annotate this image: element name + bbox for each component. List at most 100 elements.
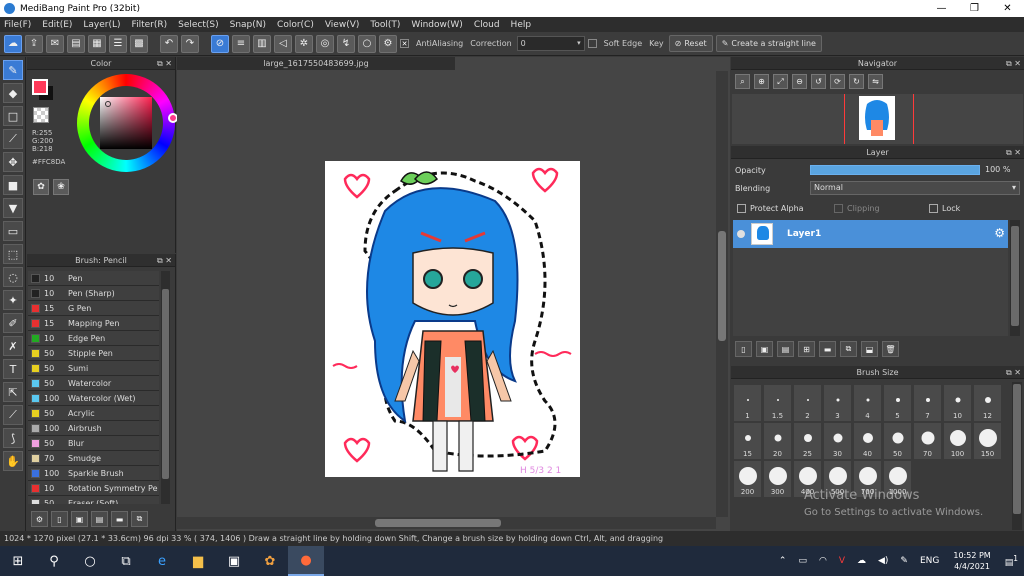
- panel-controls-icon[interactable]: ⧉ ✕: [1006, 366, 1021, 379]
- menu-filter[interactable]: Filter(R): [132, 20, 168, 30]
- menu-layer[interactable]: Layer(L): [83, 20, 120, 30]
- battery-icon[interactable]: ▭: [798, 556, 807, 566]
- dot-tool-icon[interactable]: ⟋: [3, 129, 23, 149]
- lock-checkbox[interactable]: Lock: [929, 204, 960, 213]
- menu-view[interactable]: View(V): [325, 20, 360, 30]
- brush-size-option[interactable]: 12: [973, 384, 1002, 422]
- radial-snap-icon[interactable]: ✲: [295, 34, 313, 53]
- brush-list-item[interactable]: 50 Acrylic: [28, 406, 159, 421]
- straight-line-button[interactable]: ✎ Create a straight line: [715, 35, 822, 52]
- menu-file[interactable]: File(F): [4, 20, 31, 30]
- brush-list-item[interactable]: 50 Watercolor: [28, 376, 159, 391]
- brush-list-item[interactable]: 50 Sumi: [28, 361, 159, 376]
- new-brush-icon[interactable]: ▯: [51, 511, 68, 527]
- fill-rect-tool-icon[interactable]: ■: [3, 175, 23, 195]
- parallel-snap-icon[interactable]: ≡: [232, 34, 250, 53]
- snap-settings-icon[interactable]: ⚙: [379, 34, 397, 53]
- brush-list-item[interactable]: 50 Stipple Pen: [28, 346, 159, 361]
- select-pen-tool-icon[interactable]: ✐: [3, 313, 23, 333]
- brush-size-option[interactable]: 5: [883, 384, 912, 422]
- lasso-tool-icon[interactable]: ◌: [3, 267, 23, 287]
- store-icon[interactable]: ▣: [216, 546, 252, 576]
- hue-wheel[interactable]: [77, 74, 178, 172]
- brush-size-option[interactable]: 30: [823, 422, 852, 460]
- navigator-preview[interactable]: [732, 94, 1023, 144]
- menu-tool[interactable]: Tool(T): [370, 20, 400, 30]
- brush-size-option[interactable]: 2: [793, 384, 822, 422]
- transparent-color-swatch[interactable]: [33, 107, 49, 123]
- brush-size-option[interactable]: 200: [733, 460, 762, 498]
- menu-select[interactable]: Select(S): [178, 20, 219, 30]
- rotate-reset-icon[interactable]: ⟳: [830, 74, 845, 89]
- new-halftone-layer-icon[interactable]: ▣: [756, 341, 773, 357]
- antialiasing-checkbox[interactable]: ✕: [400, 39, 409, 48]
- layer-row[interactable]: Layer1 ⚙: [733, 220, 1008, 248]
- medibang-taskbar-icon[interactable]: ●: [288, 546, 324, 576]
- text-tool-icon[interactable]: T: [3, 359, 23, 379]
- antivirus-icon[interactable]: V: [839, 556, 845, 566]
- blending-select[interactable]: Normal ▾: [810, 181, 1020, 195]
- divide-tool-icon[interactable]: ⟋: [3, 405, 23, 425]
- menu-cloud[interactable]: Cloud: [474, 20, 500, 30]
- artwork-canvas[interactable]: H 5/3 2 1: [325, 161, 580, 477]
- comment-icon[interactable]: ✉: [46, 34, 64, 53]
- rotate-left-icon[interactable]: ↺: [811, 74, 826, 89]
- brush-duplicate-icon[interactable]: ⧉: [131, 511, 148, 527]
- brush-copy-icon[interactable]: ▤: [91, 511, 108, 527]
- file-explorer-icon[interactable]: ▆: [180, 546, 216, 576]
- list-icon[interactable]: ☰: [109, 34, 127, 53]
- grid-icon[interactable]: ▩: [130, 34, 148, 53]
- saturation-knob[interactable]: [105, 101, 111, 107]
- panel-controls-icon[interactable]: ⧉ ✕: [1006, 57, 1021, 70]
- merge-layer-icon[interactable]: ⬓: [861, 341, 878, 357]
- cross-snap-icon[interactable]: ▥: [253, 34, 271, 53]
- eyedropper-tool-icon[interactable]: ⟆: [3, 428, 23, 448]
- correction-select[interactable]: 0 ▾: [516, 36, 585, 51]
- flip-icon[interactable]: ⇋: [868, 74, 883, 89]
- windows-start-icon[interactable]: ⊞: [0, 546, 36, 576]
- eraser-tool-icon[interactable]: ◆: [3, 83, 23, 103]
- canvas-vertical-scrollbar[interactable]: [716, 71, 728, 517]
- bucket-tool-icon[interactable]: ▼: [3, 198, 23, 218]
- magic-wand-tool-icon[interactable]: ✦: [3, 290, 23, 310]
- soft-edge-checkbox[interactable]: [587, 39, 597, 48]
- brush-tool-icon[interactable]: ✎: [3, 60, 23, 80]
- brush-size-option[interactable]: 1.5: [763, 384, 792, 422]
- brush-size-option[interactable]: 150: [973, 422, 1002, 460]
- notification-icon[interactable]: ▤1: [1005, 554, 1018, 568]
- brush-settings-icon[interactable]: ⚙: [31, 511, 48, 527]
- zoom-in-icon[interactable]: ⊕: [754, 74, 769, 89]
- brush-size-option[interactable]: 4: [853, 384, 882, 422]
- gradient-tool-icon[interactable]: ▭: [3, 221, 23, 241]
- delete-layer-icon[interactable]: 🗑: [882, 341, 899, 357]
- select-eraser-tool-icon[interactable]: ✗: [3, 336, 23, 356]
- layer-scrollbar[interactable]: [1010, 220, 1020, 336]
- menu-window[interactable]: Window(W): [411, 20, 462, 30]
- restore-button[interactable]: ❐: [958, 0, 991, 17]
- edge-browser-icon[interactable]: e: [144, 546, 180, 576]
- brush-list-item[interactable]: 10 Rotation Symmetry Pe: [28, 481, 159, 496]
- curve-snap-icon[interactable]: ↯: [337, 34, 355, 53]
- brush-folder-icon[interactable]: ▬: [111, 511, 128, 527]
- menu-snap[interactable]: Snap(N): [230, 20, 266, 30]
- brush-list-item[interactable]: 50 Blur: [28, 436, 159, 451]
- brush-list-item[interactable]: 100 Watercolor (Wet): [28, 391, 159, 406]
- brush-size-option[interactable]: 3: [823, 384, 852, 422]
- new-8bit-layer-icon[interactable]: ▤: [777, 341, 794, 357]
- paint-app-icon[interactable]: ✿: [252, 546, 288, 576]
- volume-icon[interactable]: ◀): [878, 556, 888, 566]
- palette-icon[interactable]: ✿: [33, 179, 49, 195]
- brush-list-item[interactable]: 70 Smudge: [28, 451, 159, 466]
- folder-icon[interactable]: ▬: [819, 341, 836, 357]
- zoom-out-icon[interactable]: ⊖: [792, 74, 807, 89]
- panel-controls-icon[interactable]: ⧉ ✕: [157, 57, 172, 70]
- concentric-snap-icon[interactable]: ◎: [316, 34, 334, 53]
- rotate-right-icon[interactable]: ↻: [849, 74, 864, 89]
- add-layer-menu-icon[interactable]: ⊞: [798, 341, 815, 357]
- clock[interactable]: 10:52 PM 4/4/2021: [953, 550, 990, 572]
- circle-snap-icon[interactable]: ○: [358, 34, 376, 53]
- tray-chevron-icon[interactable]: ⌃: [779, 556, 787, 566]
- brush-list-item[interactable]: 100 Airbrush: [28, 421, 159, 436]
- canvas-area[interactable]: large_1617550483699.jpg H 5/3 2 1: [177, 57, 730, 531]
- brush-size-option[interactable]: 20: [763, 422, 792, 460]
